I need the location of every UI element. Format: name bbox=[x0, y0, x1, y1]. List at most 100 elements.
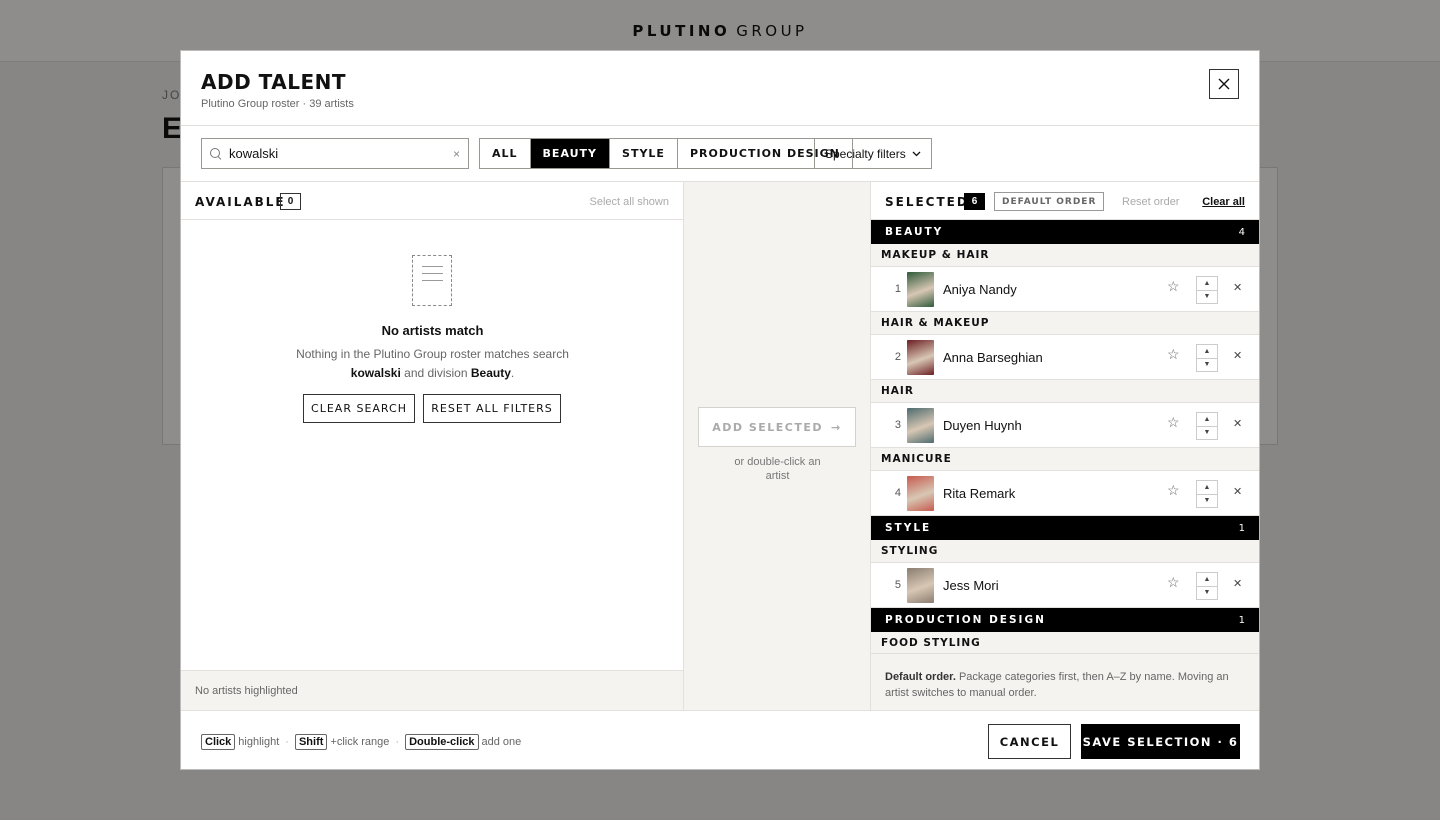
reset-order-link[interactable]: Reset order bbox=[1122, 196, 1179, 208]
available-panel: AVAILABLE 0 Select all shown No artists … bbox=[181, 182, 684, 710]
arrow-right-icon: → bbox=[831, 420, 842, 434]
add-talent-modal: ADD TALENT Plutino Group roster · 39 art… bbox=[180, 50, 1260, 770]
chevron-down-icon bbox=[912, 151, 921, 156]
artist-name: Jess Mori bbox=[943, 578, 999, 593]
subcategory-header: MANICURE bbox=[871, 448, 1259, 471]
move-up-icon[interactable]: ▲ bbox=[1197, 277, 1217, 291]
selected-artist-row[interactable]: 3 Duyen Huynh ☆ ▲ ▼ ✕ bbox=[871, 403, 1259, 448]
empty-state-title: No artists match bbox=[381, 323, 484, 338]
subcategory-header: HAIR & MAKEUP bbox=[871, 312, 1259, 335]
transfer-column: ADD SELECTED → or double-click an artist bbox=[684, 182, 871, 710]
modal-title: ADD TALENT bbox=[201, 70, 346, 94]
subcategory-header: STYLING bbox=[871, 540, 1259, 563]
reorder-stepper: ▲ ▼ bbox=[1196, 412, 1218, 440]
kbd-shift: Shift bbox=[294, 734, 328, 750]
empty-list-icon bbox=[412, 255, 452, 306]
reorder-stepper: ▲ ▼ bbox=[1196, 276, 1218, 304]
search-box: × bbox=[201, 138, 469, 169]
subcategory-header: HAIR bbox=[871, 380, 1259, 403]
clear-search-button[interactable]: CLEAR SEARCH bbox=[303, 394, 415, 423]
artist-name: Rita Remark bbox=[943, 486, 1016, 501]
selected-count: 6 bbox=[964, 193, 985, 210]
subcategory-header: FOOD STYLING bbox=[871, 632, 1259, 653]
selected-artist-row[interactable]: 2 Anna Barseghian ☆ ▲ ▼ ✕ bbox=[871, 335, 1259, 380]
close-icon bbox=[1218, 78, 1230, 90]
selected-artist-row[interactable]: 5 Jess Mori ☆ ▲ ▼ ✕ bbox=[871, 563, 1259, 608]
selected-artist-row[interactable]: 1 Aniya Nandy ☆ ▲ ▼ ✕ bbox=[871, 267, 1259, 312]
group-header: PRODUCTION DESIGN 1 bbox=[871, 608, 1259, 632]
remove-icon[interactable]: ✕ bbox=[1233, 485, 1242, 498]
avatar bbox=[907, 408, 934, 443]
selected-list[interactable]: BEAUTY 4 MAKEUP & HAIR 1 Aniya Nandy ☆ ▲ ▼ ✕ HAIR… bbox=[871, 220, 1259, 653]
reorder-stepper: ▲ ▼ bbox=[1196, 572, 1218, 600]
move-down-icon[interactable]: ▼ bbox=[1197, 427, 1217, 440]
kbd-click: Click bbox=[201, 734, 236, 750]
artist-index: 1 bbox=[894, 283, 901, 295]
star-icon[interactable]: ☆ bbox=[1167, 483, 1181, 497]
reset-all-filters-button[interactable]: RESET ALL FILTERS bbox=[423, 394, 561, 423]
reorder-stepper: ▲ ▼ bbox=[1196, 344, 1218, 372]
avatar bbox=[907, 568, 934, 603]
move-up-icon[interactable]: ▲ bbox=[1197, 573, 1217, 587]
division-tabs: ALL BEAUTY STYLE PRODUCTION DESIGN bbox=[479, 138, 853, 169]
modal-footer: Click highlight · Shift +click range · Dou… bbox=[181, 710, 1259, 770]
subcategory-header: MAKEUP & HAIR bbox=[871, 244, 1259, 267]
remove-icon[interactable]: ✕ bbox=[1233, 577, 1242, 590]
search-icon bbox=[210, 147, 222, 160]
modal-header: ADD TALENT Plutino Group roster · 39 art… bbox=[181, 51, 1259, 126]
artist-index: 3 bbox=[894, 419, 901, 431]
group-header: STYLE 1 bbox=[871, 516, 1259, 540]
remove-icon[interactable]: ✕ bbox=[1233, 417, 1242, 430]
save-selection-button[interactable]: SAVE SELECTION · 6 bbox=[1081, 724, 1240, 759]
clear-search-icon[interactable]: × bbox=[453, 147, 460, 161]
available-title: AVAILABLE bbox=[195, 195, 286, 209]
star-icon[interactable]: ☆ bbox=[1167, 415, 1181, 429]
avatar bbox=[907, 476, 934, 511]
move-down-icon[interactable]: ▼ bbox=[1197, 587, 1217, 600]
star-icon[interactable]: ☆ bbox=[1167, 575, 1181, 589]
filter-bar: × ALLBEAUTYSTYLEPRODUCTION DESIGN Specia… bbox=[181, 126, 1259, 182]
specialty-filters-dropdown[interactable]: Specialty filters bbox=[814, 138, 932, 169]
double-click-hint: or double-click an artist bbox=[734, 456, 821, 482]
move-up-icon[interactable]: ▲ bbox=[1197, 345, 1217, 359]
clear-all-link[interactable]: Clear all bbox=[1202, 196, 1245, 208]
remove-icon[interactable]: ✕ bbox=[1233, 281, 1242, 294]
default-order-badge: DEFAULT ORDER bbox=[994, 192, 1105, 211]
kbd-double-click: Double-click bbox=[405, 734, 479, 750]
avatar bbox=[907, 272, 934, 307]
move-up-icon[interactable]: ▲ bbox=[1197, 481, 1217, 495]
avatar bbox=[907, 340, 934, 375]
group-header: BEAUTY 4 bbox=[871, 220, 1259, 244]
select-all-shown-link[interactable]: Select all shown bbox=[590, 196, 670, 208]
order-note: Default order. Package categories first,… bbox=[871, 653, 1259, 710]
selected-panel: SELECTED 6 DEFAULT ORDER Reset order Cle… bbox=[871, 182, 1259, 710]
tab-beauty[interactable]: BEAUTY bbox=[530, 139, 611, 168]
artist-index: 4 bbox=[894, 487, 901, 499]
tab-style[interactable]: STYLE bbox=[610, 139, 678, 168]
close-button[interactable] bbox=[1209, 69, 1239, 99]
move-down-icon[interactable]: ▼ bbox=[1197, 495, 1217, 508]
star-icon[interactable]: ☆ bbox=[1167, 279, 1181, 293]
remove-icon[interactable]: ✕ bbox=[1233, 349, 1242, 362]
selected-title: SELECTED bbox=[885, 195, 969, 209]
search-input[interactable] bbox=[229, 146, 453, 161]
keyboard-hints: Click highlight · Shift +click range · Dou… bbox=[201, 734, 521, 750]
highlight-status: No artists highlighted bbox=[181, 670, 683, 710]
move-down-icon[interactable]: ▼ bbox=[1197, 291, 1217, 304]
artist-name: Duyen Huynh bbox=[943, 418, 1022, 433]
artist-name: Aniya Nandy bbox=[943, 282, 1017, 297]
cancel-button[interactable]: CANCEL bbox=[988, 724, 1071, 759]
selected-artist-row[interactable]: 4 Rita Remark ☆ ▲ ▼ ✕ bbox=[871, 471, 1259, 516]
reorder-stepper: ▲ ▼ bbox=[1196, 480, 1218, 508]
artist-name: Anna Barseghian bbox=[943, 350, 1043, 365]
artist-index: 2 bbox=[894, 351, 901, 363]
tab-all[interactable]: ALL bbox=[480, 139, 531, 168]
modal-subtitle: Plutino Group roster · 39 artists bbox=[201, 98, 354, 110]
available-count: 0 bbox=[280, 193, 301, 210]
star-icon[interactable]: ☆ bbox=[1167, 347, 1181, 361]
add-selected-button[interactable]: ADD SELECTED → bbox=[698, 407, 856, 447]
artist-index: 5 bbox=[894, 579, 901, 591]
empty-state-description: Nothing in the Plutino Group roster matc… bbox=[296, 347, 569, 380]
move-down-icon[interactable]: ▼ bbox=[1197, 359, 1217, 372]
move-up-icon[interactable]: ▲ bbox=[1197, 413, 1217, 427]
